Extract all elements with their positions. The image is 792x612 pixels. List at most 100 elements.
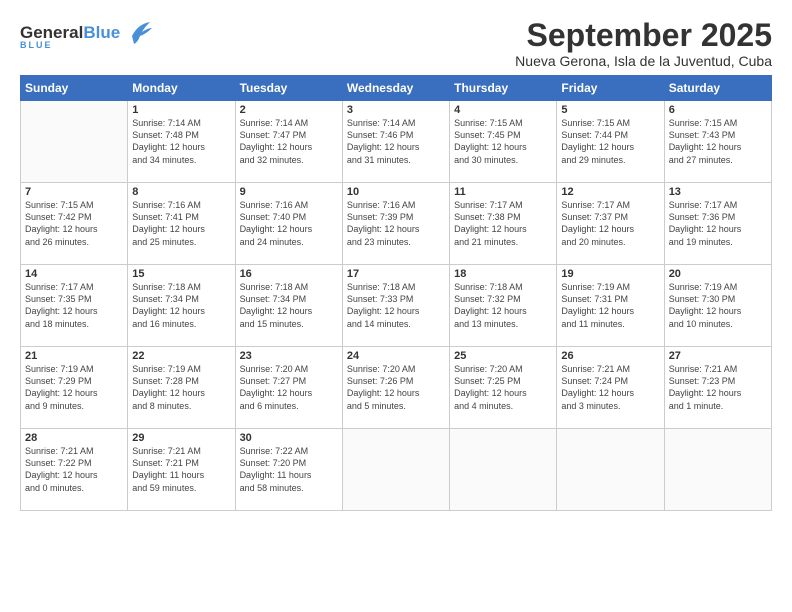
day-number: 7 (25, 186, 123, 198)
day-info: Sunrise: 7:16 AMSunset: 7:40 PMDaylight:… (240, 199, 338, 248)
day-number: 13 (669, 186, 767, 198)
weekday-header-thursday: Thursday (450, 76, 557, 101)
day-number: 24 (347, 350, 445, 362)
calendar-cell: 23Sunrise: 7:20 AMSunset: 7:27 PMDayligh… (235, 347, 342, 429)
logo-general: General (20, 23, 83, 42)
day-number: 30 (240, 432, 338, 444)
day-number: 8 (132, 186, 230, 198)
day-info: Sunrise: 7:19 AMSunset: 7:29 PMDaylight:… (25, 363, 123, 412)
calendar-cell: 28Sunrise: 7:21 AMSunset: 7:22 PMDayligh… (21, 429, 128, 511)
day-number: 25 (454, 350, 552, 362)
day-number: 1 (132, 104, 230, 116)
day-number: 10 (347, 186, 445, 198)
calendar-week-row: 21Sunrise: 7:19 AMSunset: 7:29 PMDayligh… (21, 347, 772, 429)
day-number: 2 (240, 104, 338, 116)
day-number: 9 (240, 186, 338, 198)
day-number: 3 (347, 104, 445, 116)
calendar-cell: 18Sunrise: 7:18 AMSunset: 7:32 PMDayligh… (450, 265, 557, 347)
day-number: 26 (561, 350, 659, 362)
calendar-cell (557, 429, 664, 511)
day-number: 29 (132, 432, 230, 444)
day-info: Sunrise: 7:17 AMSunset: 7:36 PMDaylight:… (669, 199, 767, 248)
calendar-cell: 19Sunrise: 7:19 AMSunset: 7:31 PMDayligh… (557, 265, 664, 347)
calendar-week-row: 7Sunrise: 7:15 AMSunset: 7:42 PMDaylight… (21, 183, 772, 265)
day-info: Sunrise: 7:18 AMSunset: 7:34 PMDaylight:… (240, 281, 338, 330)
logo-bird-icon (124, 18, 152, 51)
calendar-cell: 6Sunrise: 7:15 AMSunset: 7:43 PMDaylight… (664, 101, 771, 183)
page: GeneralBlue BLUE September 2025 Nueva Ge… (0, 0, 792, 612)
day-info: Sunrise: 7:18 AMSunset: 7:34 PMDaylight:… (132, 281, 230, 330)
day-info: Sunrise: 7:19 AMSunset: 7:28 PMDaylight:… (132, 363, 230, 412)
calendar-week-row: 28Sunrise: 7:21 AMSunset: 7:22 PMDayligh… (21, 429, 772, 511)
calendar-cell: 20Sunrise: 7:19 AMSunset: 7:30 PMDayligh… (664, 265, 771, 347)
calendar-cell: 1Sunrise: 7:14 AMSunset: 7:48 PMDaylight… (128, 101, 235, 183)
calendar-subtitle: Nueva Gerona, Isla de la Juventud, Cuba (515, 53, 772, 69)
weekday-header-tuesday: Tuesday (235, 76, 342, 101)
weekday-header-row: SundayMondayTuesdayWednesdayThursdayFrid… (21, 76, 772, 101)
weekday-header-saturday: Saturday (664, 76, 771, 101)
day-info: Sunrise: 7:18 AMSunset: 7:32 PMDaylight:… (454, 281, 552, 330)
day-info: Sunrise: 7:22 AMSunset: 7:20 PMDaylight:… (240, 445, 338, 494)
day-info: Sunrise: 7:14 AMSunset: 7:48 PMDaylight:… (132, 117, 230, 166)
calendar-cell: 24Sunrise: 7:20 AMSunset: 7:26 PMDayligh… (342, 347, 449, 429)
calendar-cell: 2Sunrise: 7:14 AMSunset: 7:47 PMDaylight… (235, 101, 342, 183)
day-number: 21 (25, 350, 123, 362)
day-info: Sunrise: 7:17 AMSunset: 7:35 PMDaylight:… (25, 281, 123, 330)
day-info: Sunrise: 7:18 AMSunset: 7:33 PMDaylight:… (347, 281, 445, 330)
day-info: Sunrise: 7:21 AMSunset: 7:21 PMDaylight:… (132, 445, 230, 494)
calendar-cell (342, 429, 449, 511)
day-number: 14 (25, 268, 123, 280)
day-number: 19 (561, 268, 659, 280)
calendar-cell (664, 429, 771, 511)
calendar-cell: 21Sunrise: 7:19 AMSunset: 7:29 PMDayligh… (21, 347, 128, 429)
calendar-cell (450, 429, 557, 511)
calendar-title: September 2025 (515, 18, 772, 53)
calendar-cell: 4Sunrise: 7:15 AMSunset: 7:45 PMDaylight… (450, 101, 557, 183)
day-number: 20 (669, 268, 767, 280)
day-number: 4 (454, 104, 552, 116)
day-info: Sunrise: 7:16 AMSunset: 7:41 PMDaylight:… (132, 199, 230, 248)
day-number: 28 (25, 432, 123, 444)
calendar-cell: 16Sunrise: 7:18 AMSunset: 7:34 PMDayligh… (235, 265, 342, 347)
calendar-cell: 17Sunrise: 7:18 AMSunset: 7:33 PMDayligh… (342, 265, 449, 347)
calendar-cell: 15Sunrise: 7:18 AMSunset: 7:34 PMDayligh… (128, 265, 235, 347)
day-number: 27 (669, 350, 767, 362)
day-info: Sunrise: 7:19 AMSunset: 7:30 PMDaylight:… (669, 281, 767, 330)
calendar-cell (21, 101, 128, 183)
logo: GeneralBlue BLUE (20, 22, 152, 51)
calendar-cell: 8Sunrise: 7:16 AMSunset: 7:41 PMDaylight… (128, 183, 235, 265)
day-info: Sunrise: 7:19 AMSunset: 7:31 PMDaylight:… (561, 281, 659, 330)
calendar-cell: 7Sunrise: 7:15 AMSunset: 7:42 PMDaylight… (21, 183, 128, 265)
calendar-week-row: 1Sunrise: 7:14 AMSunset: 7:48 PMDaylight… (21, 101, 772, 183)
header: GeneralBlue BLUE September 2025 Nueva Ge… (20, 18, 772, 69)
calendar-cell: 27Sunrise: 7:21 AMSunset: 7:23 PMDayligh… (664, 347, 771, 429)
calendar-cell: 26Sunrise: 7:21 AMSunset: 7:24 PMDayligh… (557, 347, 664, 429)
day-info: Sunrise: 7:21 AMSunset: 7:22 PMDaylight:… (25, 445, 123, 494)
day-info: Sunrise: 7:15 AMSunset: 7:44 PMDaylight:… (561, 117, 659, 166)
day-number: 18 (454, 268, 552, 280)
calendar-cell: 14Sunrise: 7:17 AMSunset: 7:35 PMDayligh… (21, 265, 128, 347)
weekday-header-sunday: Sunday (21, 76, 128, 101)
day-info: Sunrise: 7:14 AMSunset: 7:46 PMDaylight:… (347, 117, 445, 166)
day-info: Sunrise: 7:15 AMSunset: 7:45 PMDaylight:… (454, 117, 552, 166)
day-info: Sunrise: 7:20 AMSunset: 7:26 PMDaylight:… (347, 363, 445, 412)
calendar-cell: 12Sunrise: 7:17 AMSunset: 7:37 PMDayligh… (557, 183, 664, 265)
day-info: Sunrise: 7:21 AMSunset: 7:23 PMDaylight:… (669, 363, 767, 412)
day-number: 23 (240, 350, 338, 362)
day-number: 6 (669, 104, 767, 116)
day-number: 17 (347, 268, 445, 280)
day-number: 22 (132, 350, 230, 362)
calendar-cell: 13Sunrise: 7:17 AMSunset: 7:36 PMDayligh… (664, 183, 771, 265)
day-number: 11 (454, 186, 552, 198)
day-number: 16 (240, 268, 338, 280)
calendar-cell: 25Sunrise: 7:20 AMSunset: 7:25 PMDayligh… (450, 347, 557, 429)
weekday-header-wednesday: Wednesday (342, 76, 449, 101)
day-info: Sunrise: 7:17 AMSunset: 7:38 PMDaylight:… (454, 199, 552, 248)
calendar-cell: 11Sunrise: 7:17 AMSunset: 7:38 PMDayligh… (450, 183, 557, 265)
calendar-table: SundayMondayTuesdayWednesdayThursdayFrid… (20, 75, 772, 511)
calendar-cell: 9Sunrise: 7:16 AMSunset: 7:40 PMDaylight… (235, 183, 342, 265)
day-number: 5 (561, 104, 659, 116)
day-info: Sunrise: 7:17 AMSunset: 7:37 PMDaylight:… (561, 199, 659, 248)
day-info: Sunrise: 7:14 AMSunset: 7:47 PMDaylight:… (240, 117, 338, 166)
calendar-cell: 22Sunrise: 7:19 AMSunset: 7:28 PMDayligh… (128, 347, 235, 429)
